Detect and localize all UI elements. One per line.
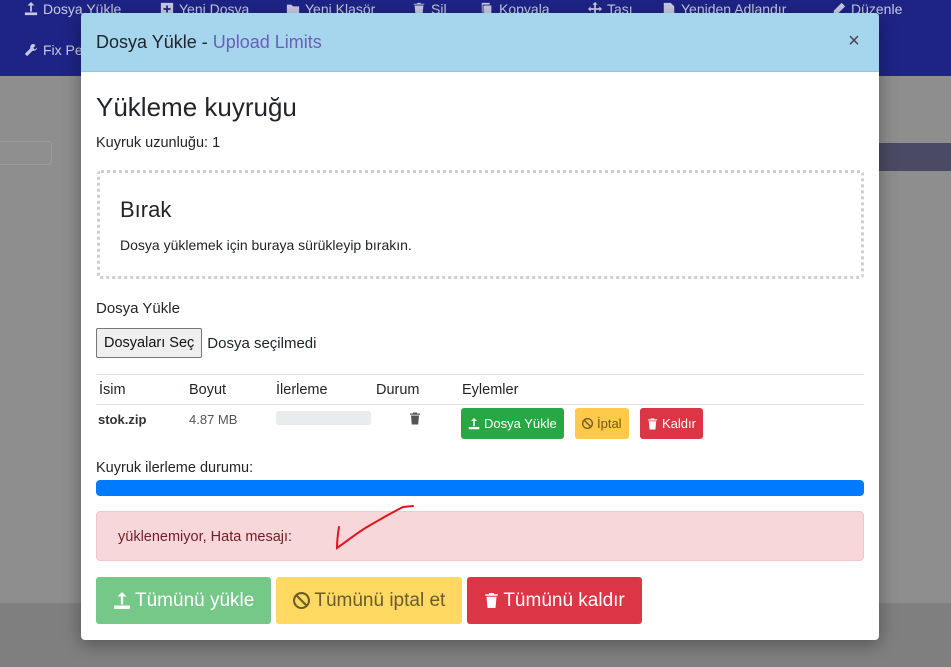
toolbar-fix-button[interactable]: Fix Pe xyxy=(24,42,83,58)
queue-title: Yükleme kuyruğu xyxy=(96,92,297,122)
queue-progress-fill xyxy=(96,480,864,496)
file-upload-label: Dosya Yükle xyxy=(96,300,180,317)
header-actions: Eylemler xyxy=(462,382,519,398)
header-size: Boyut xyxy=(189,382,227,398)
drop-zone-text: Dosya yüklemek için buraya sürükleyip bı… xyxy=(120,237,412,253)
file-name: stok.zip xyxy=(98,412,147,427)
header-name: İsim xyxy=(99,382,126,398)
cancel-file-button[interactable]: İptal xyxy=(575,408,629,439)
cancel-all-button[interactable]: Tümünü iptal et xyxy=(276,577,463,624)
cancel-all-label: Tümünü iptal et xyxy=(314,589,446,611)
remove-file-button[interactable]: Kaldır xyxy=(640,408,703,439)
close-button[interactable]: × xyxy=(846,31,862,51)
remove-file-label: Kaldır xyxy=(662,416,696,431)
ban-icon xyxy=(582,418,593,429)
modal-header: Dosya Yükle - Upload Limits × xyxy=(81,13,879,72)
remove-all-label: Tümünü kaldır xyxy=(503,589,625,611)
file-size: 4.87 MB xyxy=(189,412,238,427)
header-progress: İlerleme xyxy=(276,382,328,398)
error-alert: yüklenemiyor, Hata mesajı: xyxy=(96,511,864,561)
file-status-text: Dosya seçilmedi xyxy=(207,334,317,352)
trash-icon xyxy=(647,418,658,429)
upload-icon xyxy=(24,2,38,16)
upload-modal: Dosya Yükle - Upload Limits × Yükleme ku… xyxy=(81,13,879,640)
file-progress-bar xyxy=(276,411,371,425)
upload-queue-table: İsim Boyut İlerleme Durum Eylemler stok.… xyxy=(96,374,864,443)
footer-actions: Tümünü yükle Tümünü iptal et Tümünü kald… xyxy=(96,577,642,624)
upload-limits-link[interactable]: Upload Limits xyxy=(213,32,322,52)
upload-file-button[interactable]: Dosya Yükle xyxy=(461,408,564,439)
modal-title-text: Dosya Yükle - xyxy=(96,31,213,52)
drop-zone[interactable]: Bırak Dosya yüklemek için buraya sürükle… xyxy=(97,170,864,279)
remove-all-button[interactable]: Tümünü kaldır xyxy=(467,577,642,624)
trash-icon xyxy=(485,593,499,608)
header-status: Durum xyxy=(376,382,420,398)
wrench-icon xyxy=(24,43,38,57)
upload-icon xyxy=(468,417,480,429)
error-message: yüklenemiyor, Hata mesajı: xyxy=(118,529,293,545)
queue-progress-bar xyxy=(96,480,864,496)
queue-progress-label: Kuyruk ilerleme durumu: xyxy=(96,460,254,476)
cancel-file-label: İptal xyxy=(597,416,622,431)
background-search-input xyxy=(0,141,52,165)
modal-title: Dosya Yükle - Upload Limits xyxy=(96,32,322,53)
status-trash-icon xyxy=(410,412,420,425)
table-row: stok.zip 4.87 MB Dosya Yükle İptal Kaldı… xyxy=(96,405,864,443)
queue-length: Kuyruk uzunluğu: 1 xyxy=(96,135,221,151)
toolbar-fix-label: Fix Pe xyxy=(43,42,83,58)
file-input: Dosyaları Seç Dosya seçilmedi xyxy=(96,328,316,358)
drop-zone-title: Bırak xyxy=(120,197,172,222)
red-annotation-scribble xyxy=(335,505,414,550)
ban-icon xyxy=(293,592,311,609)
table-header: İsim Boyut İlerleme Durum Eylemler xyxy=(96,375,864,405)
background-panel-bar xyxy=(878,143,951,171)
upload-all-button[interactable]: Tümünü yükle xyxy=(96,577,272,624)
upload-all-label: Tümünü yükle xyxy=(135,589,255,611)
upload-icon xyxy=(114,591,130,609)
upload-file-label: Dosya Yükle xyxy=(484,416,557,431)
choose-files-button[interactable]: Dosyaları Seç xyxy=(96,328,203,358)
